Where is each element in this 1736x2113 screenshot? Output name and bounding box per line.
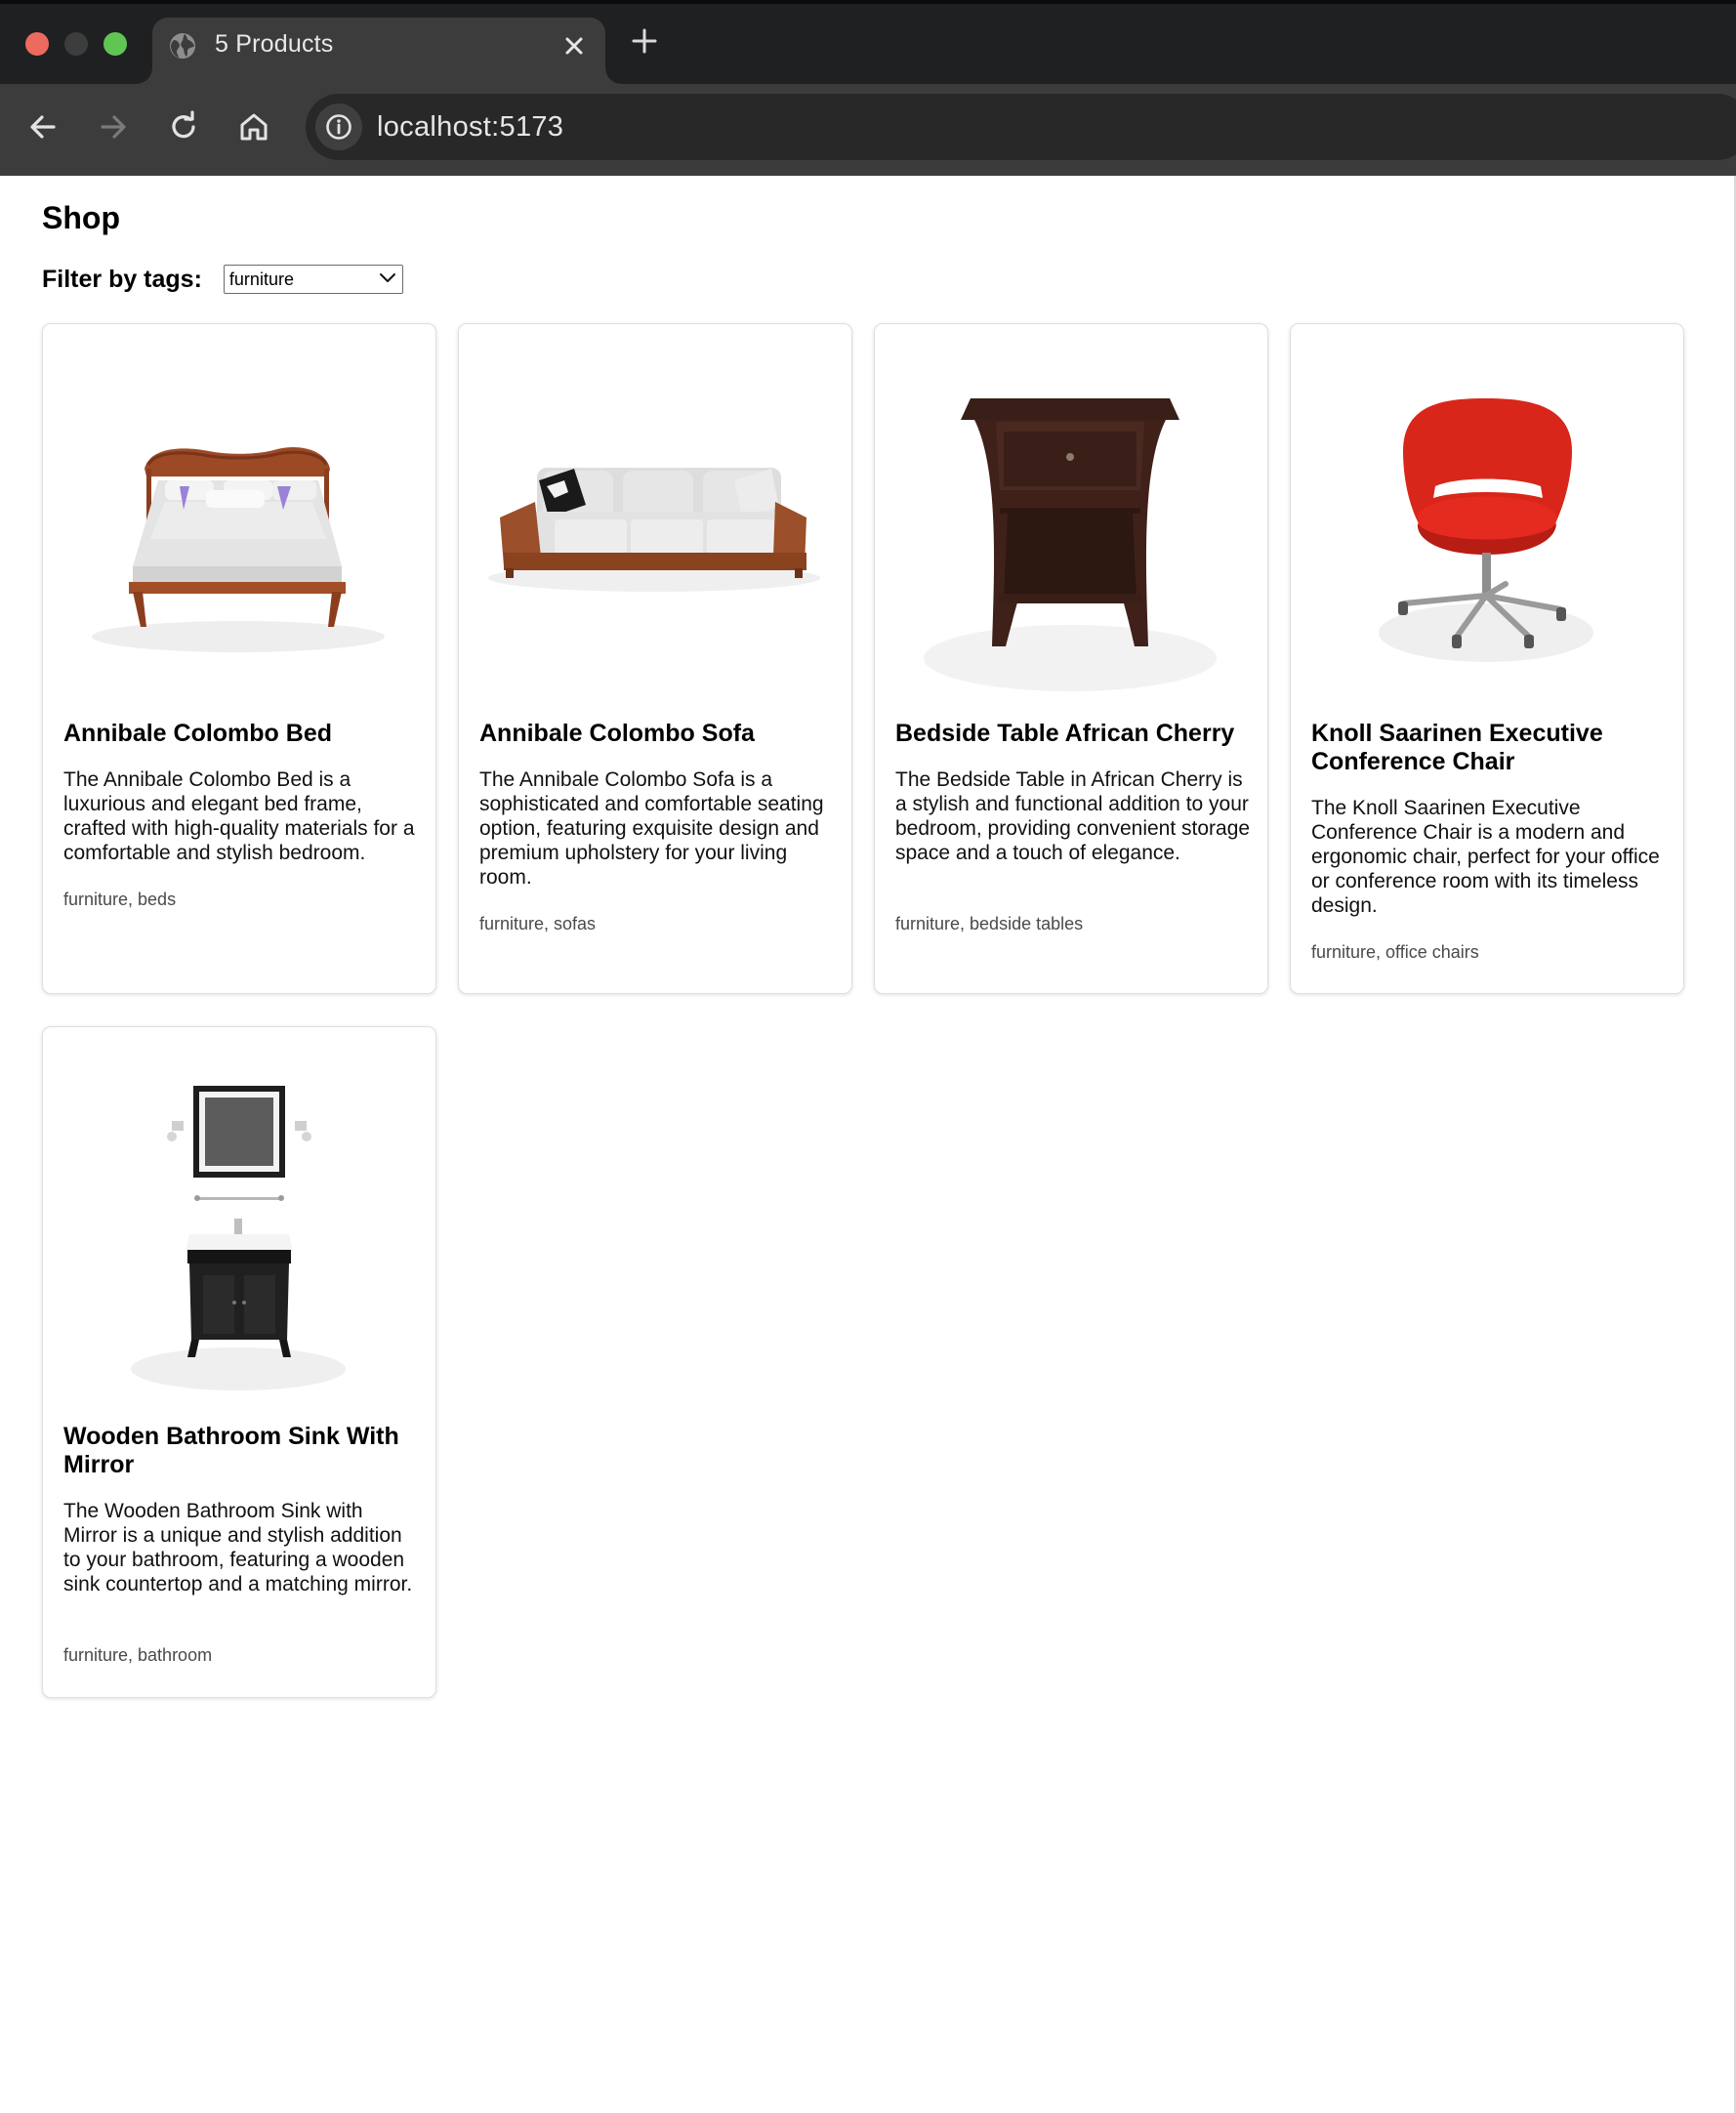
product-card[interactable]: Annibale Colombo Sofa The Annibale Colom… [458, 323, 852, 994]
product-image-bathroom-sink [131, 1086, 346, 1390]
product-tags: furniture, bedside tables [895, 914, 1084, 933]
page-title: Shop [42, 200, 120, 235]
maximize-window-button[interactable] [103, 32, 127, 56]
home-icon[interactable] [237, 110, 270, 144]
info-icon [326, 114, 351, 140]
url-text: localhost:5173 [377, 111, 564, 143]
product-name: Annibale Colombo Bed [63, 720, 332, 747]
filter-label: Filter by tags: [42, 265, 202, 293]
tab-title: 5 Products [215, 30, 334, 58]
reload-icon[interactable] [167, 110, 200, 144]
tag-filter: Filter by tags: furniture [42, 262, 403, 297]
product-card[interactable]: Knoll Saarinen Executive Conference Chai… [1290, 323, 1684, 994]
plus-icon[interactable] [631, 27, 658, 55]
product-tags: furniture, beds [63, 890, 177, 909]
browser-chrome: 5 Products localhost:5173 [0, 0, 1736, 176]
arrow-right-icon[interactable] [97, 110, 130, 144]
tag-select[interactable]: furniture [223, 265, 403, 294]
window-top-edge [0, 0, 1736, 4]
close-window-button[interactable] [25, 32, 49, 56]
product-image-bedside-table [924, 398, 1217, 691]
product-name: Bedside Table African Cherry [895, 720, 1235, 747]
product-description: The Annibale Colombo Bed is a luxurious … [63, 768, 415, 864]
product-tags: furniture, sofas [479, 914, 597, 933]
product-image-sofa [488, 468, 820, 592]
tab-active[interactable]: 5 Products [137, 18, 621, 84]
product-description: The Annibale Colombo Sofa is a sophistic… [479, 768, 824, 889]
product-image-chair [1379, 398, 1593, 662]
minimize-window-button[interactable] [64, 32, 88, 56]
product-tags: furniture, office chairs [1311, 942, 1479, 962]
chevron-down-icon [379, 273, 395, 282]
address-bar[interactable]: localhost:5173 [306, 94, 1736, 160]
tag-select-value: furniture [228, 269, 294, 289]
product-name: Annibale Colombo Sofa [479, 720, 755, 747]
close-icon[interactable] [560, 32, 588, 60]
product-name: Knoll Saarinen Executive Conference Chai… [1311, 720, 1603, 775]
arrow-left-icon[interactable] [26, 110, 60, 144]
globe-icon [170, 33, 195, 59]
product-tags: furniture, bathroom [63, 1645, 213, 1665]
product-card[interactable]: Annibale Colombo Bed The Annibale Colomb… [42, 323, 436, 994]
page-content: Shop Filter by tags: furniture Annibale … [0, 176, 1734, 2113]
product-name: Wooden Bathroom Sink With Mirror [63, 1423, 399, 1478]
site-info-button[interactable] [315, 104, 362, 150]
product-description: The Knoll Saarinen Executive Conference … [1311, 797, 1660, 917]
product-image-bed [92, 447, 385, 652]
product-description: The Wooden Bathroom Sink with Mirror is … [63, 1500, 413, 1595]
browser-toolbar: localhost:5173 [0, 84, 1736, 176]
product-card[interactable]: Bedside Table African Cherry The Bedside… [874, 323, 1268, 994]
product-card[interactable]: Wooden Bathroom Sink With Mirror The Woo… [42, 1026, 436, 1698]
product-description: The Bedside Table in African Cherry is a… [895, 768, 1251, 864]
